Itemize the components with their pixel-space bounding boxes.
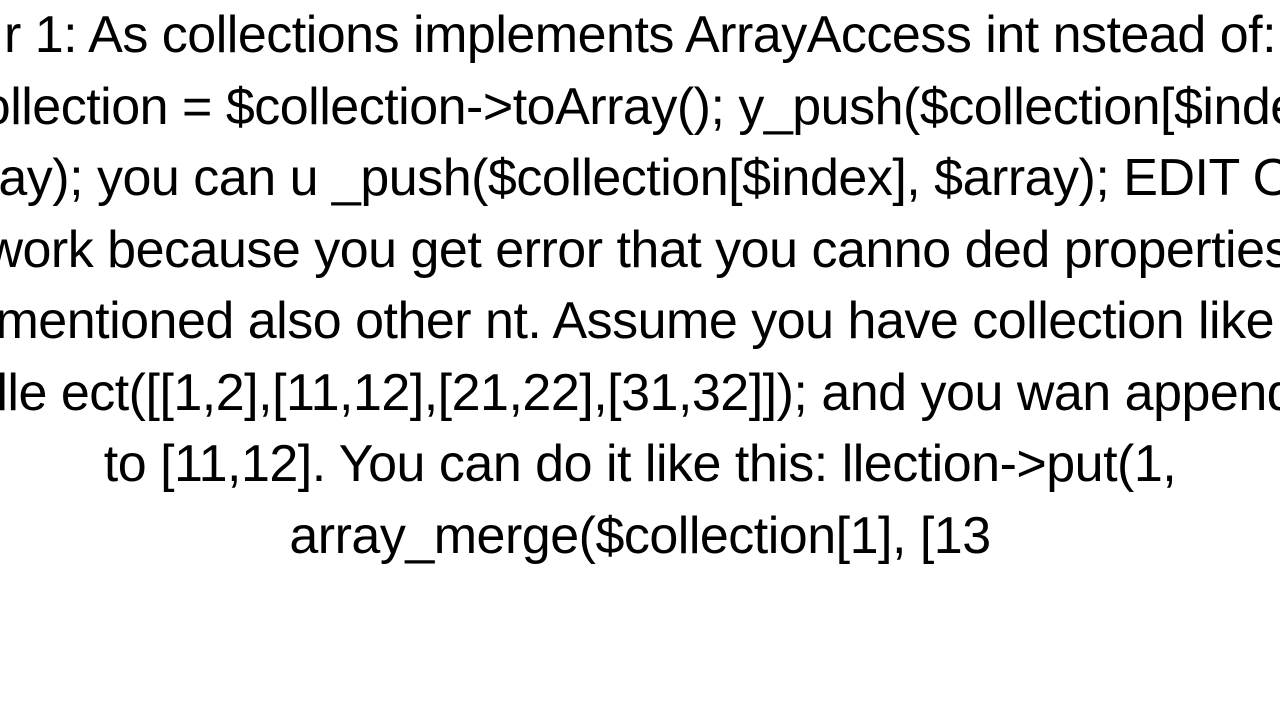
answer-body-text: r 1: As collections implements ArrayAcce… xyxy=(0,0,1280,572)
